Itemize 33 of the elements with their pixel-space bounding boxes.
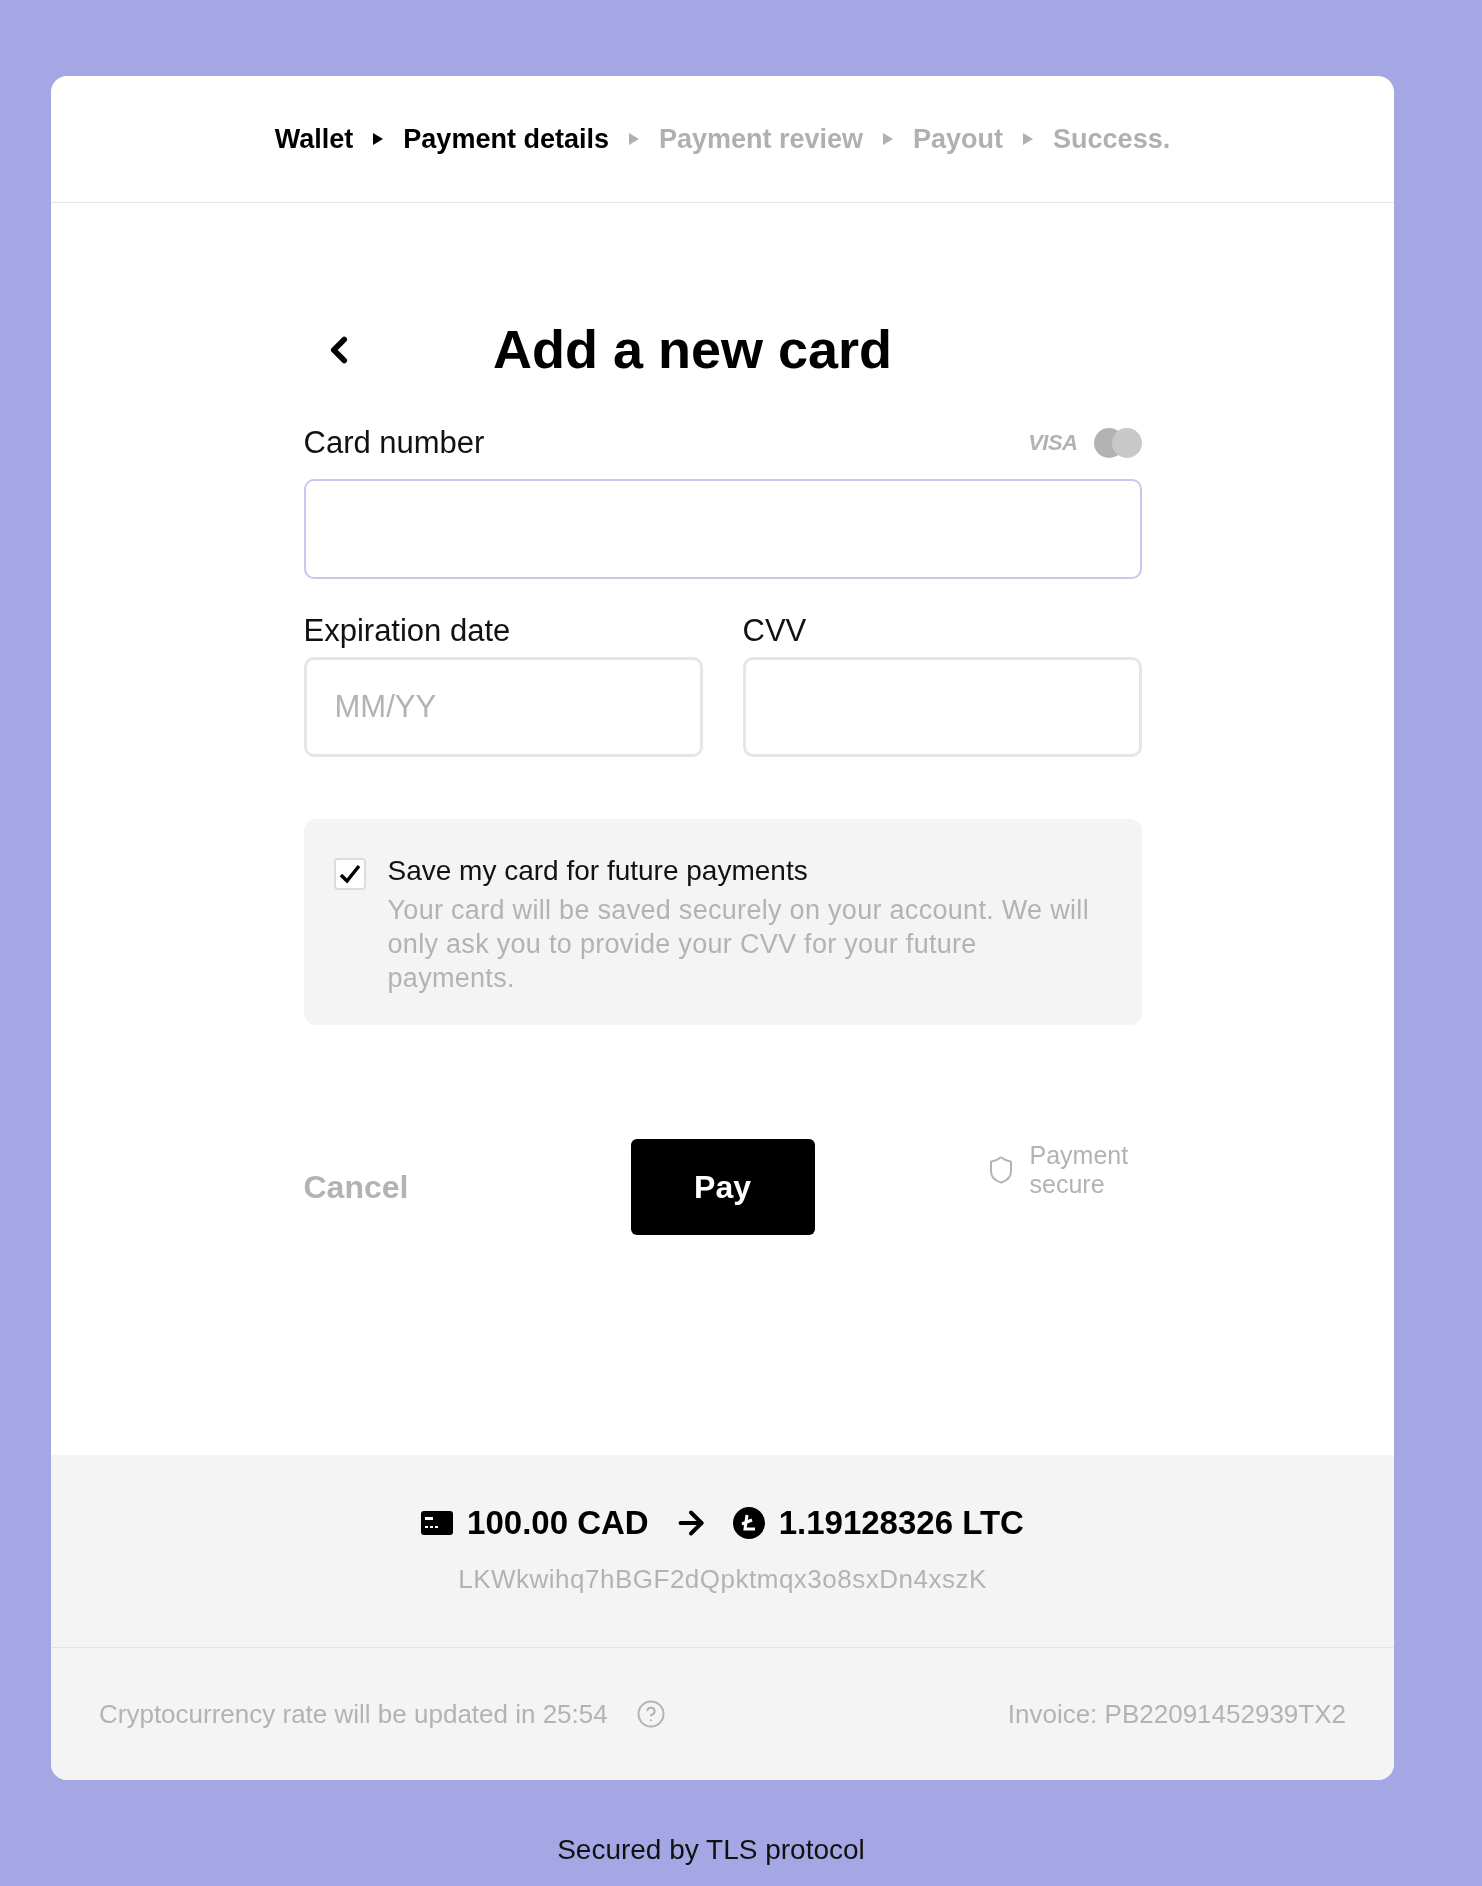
fiat-amount: 100.00 CAD (467, 1504, 649, 1542)
cancel-link[interactable]: Cancel (303, 1168, 409, 1206)
field-label: CVV (742, 613, 808, 649)
breadcrumb-step[interactable]: Payment details (403, 123, 609, 155)
pay-button[interactable]: Pay (630, 1139, 815, 1235)
two-circles-icon (1093, 428, 1142, 458)
breadcrumb-step[interactable]: Payout (913, 123, 1004, 155)
card-icon (421, 1511, 454, 1535)
breadcrumb-step[interactable]: Wallet (274, 123, 354, 155)
crypto-amount: 1.19128326 LTC (778, 1504, 1024, 1542)
input-field[interactable] (742, 657, 1142, 757)
wallet-address: LKWkwihq7hBGF2dQpktmqx3o8sxDn4xszK (458, 1564, 987, 1595)
field-label: Card number (303, 425, 485, 461)
save-card-description: Your card will be saved securely on your account. We will only ask you to provide your CVV for your future payments. (387, 894, 1090, 995)
rate-note: Cryptocurrency rate will be updated in 25:54 (99, 1698, 608, 1730)
checkbox-label: Save my card for future payments (387, 855, 809, 887)
coin-icon (732, 1507, 765, 1539)
field-label: Expiration date (303, 613, 512, 649)
input-field[interactable] (303, 479, 1142, 579)
page-title: Add a new card (492, 318, 893, 380)
step-separator-icon (1023, 133, 1034, 145)
help-icon[interactable] (635, 1699, 666, 1729)
invoice-number: Invoice: PB22091452939TX2 (1007, 1698, 1346, 1730)
step-separator-icon (373, 133, 384, 145)
breadcrumb-step[interactable]: Success. (1053, 123, 1171, 155)
step-separator-icon (628, 133, 639, 145)
secure-note: Payment secure (1029, 1141, 1130, 1199)
security-note: Secured by TLS protocol (557, 1834, 865, 1866)
breadcrumb-step[interactable]: Payment review (658, 123, 864, 155)
input-field[interactable]: MM/YY (303, 657, 703, 757)
step-separator-icon (883, 133, 894, 145)
checkbox[interactable] (333, 858, 366, 890)
visa-logo: VISA (1028, 430, 1078, 456)
